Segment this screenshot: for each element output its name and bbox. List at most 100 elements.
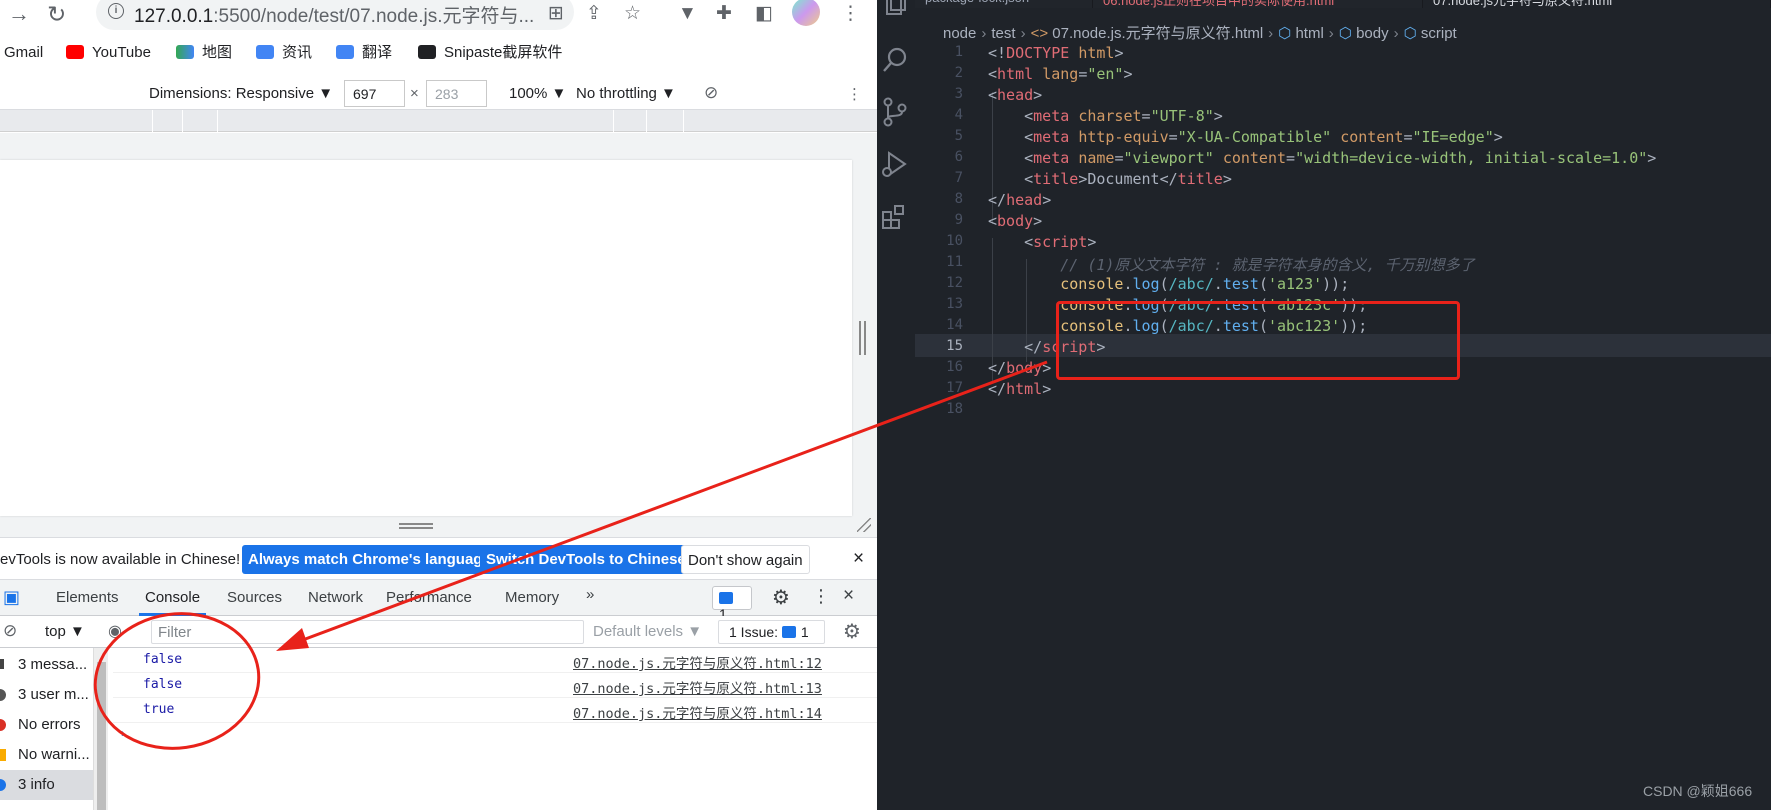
throttling-select[interactable]: No throttling ▼ [576, 85, 676, 102]
console-log-row: true 07.node.js.元字符与原义符.html:14 [113, 698, 877, 723]
issues-badge[interactable]: 1 [712, 586, 752, 622]
scrollbar-thumb[interactable] [97, 662, 106, 810]
console-prompt-icon[interactable]: › [121, 726, 125, 740]
bookmark-label: YouTube [92, 44, 151, 61]
console-toolbar: ⊘ top ▼ ◉ Filter Default levels ▼ 1 Issu… [0, 616, 877, 648]
sidebar-item-info[interactable]: 3 info [0, 770, 93, 800]
console-settings-icon[interactable]: ⚙ [843, 619, 861, 644]
resize-handle-bottom[interactable] [399, 523, 433, 529]
profile-avatar[interactable] [792, 0, 820, 26]
sidebar-item-label: 3 info [18, 776, 55, 793]
source-control-icon[interactable] [879, 96, 911, 128]
sidebar-item-label: No warni... [18, 746, 90, 763]
switch-language-button[interactable]: Switch DevTools to Chinese [480, 545, 692, 574]
line-number: 7 [954, 170, 963, 186]
width-input[interactable]: 697 [344, 80, 405, 107]
reload-icon[interactable]: ↻ [47, 2, 66, 26]
line-number: 2 [954, 65, 963, 81]
bookmark-maps[interactable]: 地图 [176, 44, 232, 62]
url-input[interactable]: i 127.0.0.1:5500/node/test/07.node.js.元字… [96, 0, 574, 30]
console-log-row: false 07.node.js.元字符与原义符.html:12 [113, 648, 877, 673]
sidebar-item-label: 3 user m... [18, 686, 89, 703]
resize-handle-right[interactable] [859, 321, 866, 355]
sidebar-item-messages[interactable]: 3 messa... [0, 650, 93, 680]
clear-console-icon[interactable]: ⊘ [3, 621, 17, 641]
bookmark-label: 地图 [202, 44, 233, 61]
match-language-button[interactable]: Always match Chrome's language [242, 545, 497, 574]
tab-sources[interactable]: Sources [227, 589, 282, 606]
bookmark-snipaste[interactable]: Snipaste截屏软件 [418, 44, 562, 62]
menu-kebab-icon[interactable]: ⋮ [841, 3, 860, 25]
height-input[interactable]: 283 [426, 80, 487, 107]
media-query-ruler[interactable] [0, 110, 877, 132]
tab-memory[interactable]: Memory [505, 589, 559, 606]
run-debug-icon[interactable] [879, 148, 911, 180]
page-viewport[interactable] [0, 160, 852, 516]
search-icon[interactable] [879, 44, 911, 76]
extensions-icon[interactable]: ✚ [716, 3, 732, 25]
log-levels-select[interactable]: Default levels ▼ [593, 623, 702, 640]
breadcrumb-item[interactable]: 07.node.js.元字符与原义符.html [1052, 25, 1263, 42]
sidebar-scrollbar[interactable] [93, 648, 108, 810]
zoom-select[interactable]: 100% ▼ [509, 85, 566, 102]
sidepanel-icon[interactable]: ◧ [755, 3, 773, 25]
close-icon[interactable]: × [853, 548, 864, 570]
bookmark-news[interactable]: 资讯 [256, 44, 312, 62]
bookmark-gmail[interactable]: Gmail [4, 44, 43, 62]
browser-window: → ↻ i 127.0.0.1:5500/node/test/07.node.j… [0, 0, 877, 810]
translate-icon[interactable]: ⊞ [548, 3, 564, 25]
log-source-link[interactable]: 07.node.js.元字符与原义符.html:12 [573, 652, 822, 672]
breadcrumb-item[interactable]: test [991, 25, 1015, 42]
warning-icon [0, 749, 6, 761]
dimensions-select[interactable]: Dimensions: Responsive ▼ [149, 85, 333, 102]
rotate-icon[interactable]: ⊘ [704, 83, 718, 103]
share-icon[interactable]: ⇪ [586, 3, 602, 25]
issue-count-num: 1 [800, 624, 809, 640]
toolbar-more-icon[interactable]: ⋮ [847, 85, 862, 103]
vscode-window: package-lock.json 06.node.js正则在项目中的实际使用.… [877, 0, 1771, 810]
dont-show-again-button[interactable]: Don't show again [681, 545, 810, 574]
device-toggle-icon[interactable]: ▣ [3, 587, 20, 608]
context-select[interactable]: top ▼ [45, 623, 85, 640]
issue-count-button[interactable]: 1 Issue: 1 [718, 620, 825, 644]
bookmark-translate[interactable]: 翻译 [336, 44, 392, 62]
code-line: // (1)原义文本字符 : 就是字符本身的含义, 千万别想多了 [1060, 256, 1475, 274]
bookmark-star-icon[interactable]: ☆ [624, 3, 641, 25]
maps-icon [176, 45, 194, 59]
forward-icon[interactable]: → [8, 2, 30, 26]
log-source-link[interactable]: 07.node.js.元字符与原义符.html:14 [573, 702, 822, 722]
site-info-icon[interactable]: i [108, 3, 124, 19]
tab-performance[interactable]: Performance [386, 589, 472, 606]
eye-icon[interactable]: ◉ [108, 621, 122, 641]
editor-tab-active[interactable]: 07.node.js元字符与原义符.html [1423, 0, 1771, 8]
editor-tab[interactable]: package-lock.json [915, 0, 1093, 8]
breadcrumb-item[interactable]: body [1356, 25, 1389, 42]
element-cube-icon: ⬡ [1338, 25, 1352, 42]
devtools-menu-icon[interactable]: ⋮ [812, 586, 830, 607]
breadcrumb-item[interactable]: node [943, 25, 976, 42]
vue-devtools-icon[interactable]: ▼ [678, 3, 697, 25]
editor-tab[interactable]: 06.node.js正则在项目中的实际使用.html [1093, 0, 1423, 8]
tab-console[interactable]: Console [145, 589, 200, 606]
breadcrumb-item[interactable]: script [1421, 25, 1457, 42]
line-number: 15 [946, 338, 963, 354]
tab-elements[interactable]: Elements [56, 589, 119, 606]
extensions-icon[interactable] [879, 200, 911, 232]
sidebar-item-warnings[interactable]: No warni... [0, 740, 93, 770]
close-devtools-icon[interactable]: × [843, 585, 854, 607]
code-editor[interactable]: 1 2 3 4 5 6 7 8 9 10 11 12 13 14 15 16 1… [915, 44, 1771, 484]
breadcrumb-item[interactable]: html [1295, 25, 1323, 42]
more-tabs-icon[interactable]: » [586, 586, 594, 603]
tab-network[interactable]: Network [308, 589, 363, 606]
settings-gear-icon[interactable]: ⚙ [772, 585, 790, 610]
filter-input[interactable]: Filter [151, 620, 584, 644]
explorer-icon[interactable] [879, 0, 911, 22]
bookmark-youtube[interactable]: YouTube [66, 44, 151, 62]
device-viewport-area [0, 133, 877, 537]
code-line: </body> [988, 359, 1052, 377]
line-number: 12 [946, 275, 963, 291]
sidebar-item-user-messages[interactable]: 3 user m... [0, 680, 93, 710]
log-source-link[interactable]: 07.node.js.元字符与原义符.html:13 [573, 677, 822, 697]
sidebar-item-errors[interactable]: No errors [0, 710, 93, 740]
resize-corner-handle[interactable] [857, 518, 871, 532]
